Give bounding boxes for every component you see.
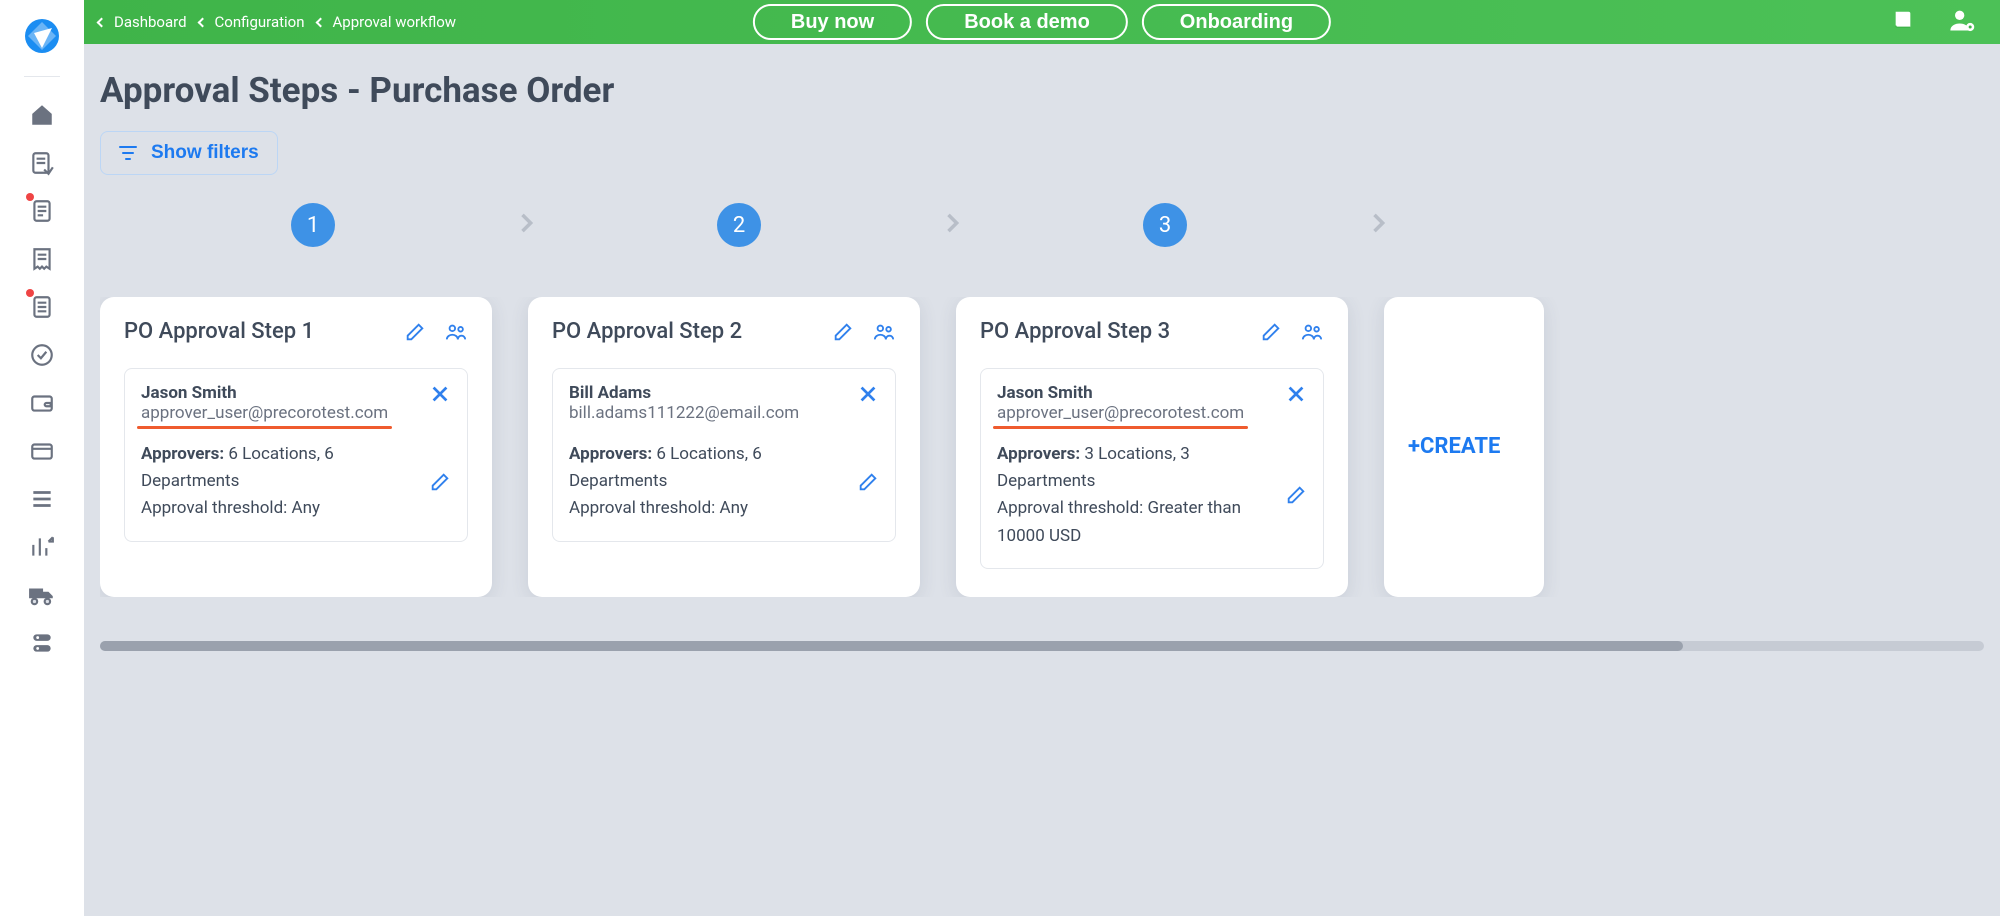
sidebar-item-approvals[interactable] [12,331,72,379]
edit-approver-icon[interactable] [1285,484,1307,506]
approvers-icon[interactable] [1300,321,1324,343]
step-cards-row: PO Approval Step 1 [100,297,2000,597]
approval-threshold: Approval threshold: Any [141,495,413,522]
book-demo-button[interactable]: Book a demo [926,4,1128,40]
edit-approver-icon[interactable] [857,471,879,493]
edit-step-icon[interactable] [832,321,854,343]
step-number-3: 3 [1143,203,1187,247]
approvers-icon[interactable] [444,321,468,343]
sidebar-item-card[interactable] [12,427,72,475]
step-card-title: PO Approval Step 3 [980,319,1170,344]
sidebar-item-integration[interactable] [12,619,72,667]
app-logo-icon[interactable] [24,18,60,54]
sidebar [0,0,84,916]
docs-icon[interactable] [1892,9,1914,35]
sidebar-item-reports[interactable] [12,523,72,571]
approver-email: approver_user@precorotest.com [141,403,388,423]
approvers-icon[interactable] [872,321,896,343]
create-step-button[interactable]: +CREATE [1384,297,1544,597]
approvers-label: Approvers: [141,444,224,464]
page-content: Approval Steps - Purchase Order Show fil… [84,44,2000,916]
horizontal-scrollbar-thumb[interactable] [100,641,1683,651]
buy-now-button[interactable]: Buy now [753,4,912,40]
approvers-label: Approvers: [569,444,652,464]
sidebar-item-orders[interactable] [12,187,72,235]
approver-email: approver_user@precorotest.com [997,403,1244,423]
sidebar-item-requests[interactable] [12,139,72,187]
approver-email: bill.adams111222@email.com [569,403,799,423]
breadcrumb: Dashboard Configuration Approval workflo… [98,13,456,31]
approver-name: Bill Adams [569,383,799,403]
edit-approver-icon[interactable] [429,471,451,493]
approval-threshold: Approval threshold: Greater than 10000 U… [997,495,1269,549]
breadcrumb-label: Dashboard [114,13,187,31]
sidebar-item-receipts[interactable] [12,235,72,283]
approvers-label: Approvers: [997,444,1080,464]
approver-name: Jason Smith [997,383,1244,403]
step-card-title: PO Approval Step 2 [552,319,742,344]
sidebar-item-home[interactable] [12,91,72,139]
edit-step-icon[interactable] [1260,321,1282,343]
step-number-row: 1 2 3 [100,203,2000,247]
chevron-right-icon [1364,209,1392,241]
breadcrumb-approval-workflow[interactable]: Approval workflow [317,13,457,31]
page-title: Approval Steps - Purchase Order [100,70,2000,111]
remove-approver-icon[interactable] [429,383,451,409]
step-card-title: PO Approval Step 1 [124,319,314,344]
step-number-2: 2 [717,203,761,247]
step-card-3: PO Approval Step 3 [956,297,1348,597]
step-card-2: PO Approval Step 2 [528,297,920,597]
sidebar-item-menu[interactable] [12,475,72,523]
user-settings-icon[interactable] [1948,6,1976,38]
approval-threshold: Approval threshold: Any [569,495,841,522]
breadcrumb-configuration[interactable]: Configuration [199,13,305,31]
edit-step-icon[interactable] [404,321,426,343]
show-filters-button[interactable]: Show filters [100,131,278,175]
breadcrumb-label: Configuration [215,13,305,31]
step-card-1: PO Approval Step 1 [100,297,492,597]
step-number-1: 1 [291,203,335,247]
filter-icon [119,146,137,160]
sidebar-divider [24,76,60,77]
remove-approver-icon[interactable] [857,383,879,409]
show-filters-label: Show filters [151,142,259,164]
remove-approver-icon[interactable] [1285,383,1307,409]
breadcrumb-label: Approval workflow [333,13,457,31]
sidebar-item-wallet[interactable] [12,379,72,427]
topbar: Dashboard Configuration Approval workflo… [84,0,2000,44]
sidebar-item-shipping[interactable] [12,571,72,619]
breadcrumb-dashboard[interactable]: Dashboard [98,13,187,31]
sidebar-item-invoices[interactable] [12,283,72,331]
horizontal-scrollbar[interactable] [100,641,1984,651]
create-step-label: +CREATE [1408,434,1500,459]
onboarding-button[interactable]: Onboarding [1142,4,1331,40]
approver-name: Jason Smith [141,383,388,403]
